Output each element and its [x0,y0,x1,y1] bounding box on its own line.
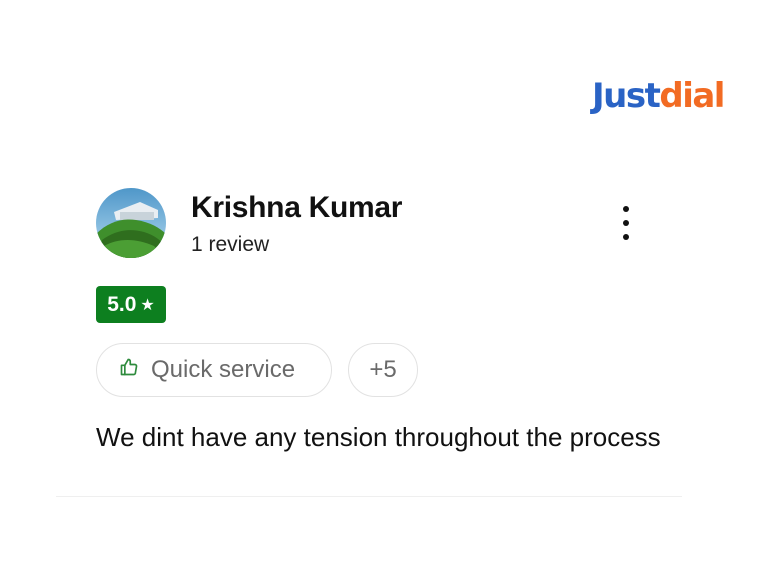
thumbs-up-icon [119,356,139,384]
review-text: We dint have any tension throughout the … [96,422,661,452]
tag-chip-quick-service[interactable]: Quick service [96,343,332,397]
more-options-icon[interactable] [616,206,636,240]
more-tags-chip[interactable]: +5 [348,343,418,397]
rating-badge: 5.0 ★ [96,286,166,323]
review-count: 1 review [191,233,270,256]
tag-label: Quick service [151,356,296,383]
rating-value: 5.0 [107,292,137,316]
star-icon: ★ [140,296,155,314]
avatar[interactable] [96,188,166,258]
review-card: Krishna Kumar 1 review 5.0 ★ Quick servi… [56,0,682,569]
more-tags-label: +5 [369,356,397,383]
divider [56,496,682,497]
reviewer-name[interactable]: Krishna Kumar [191,190,402,226]
